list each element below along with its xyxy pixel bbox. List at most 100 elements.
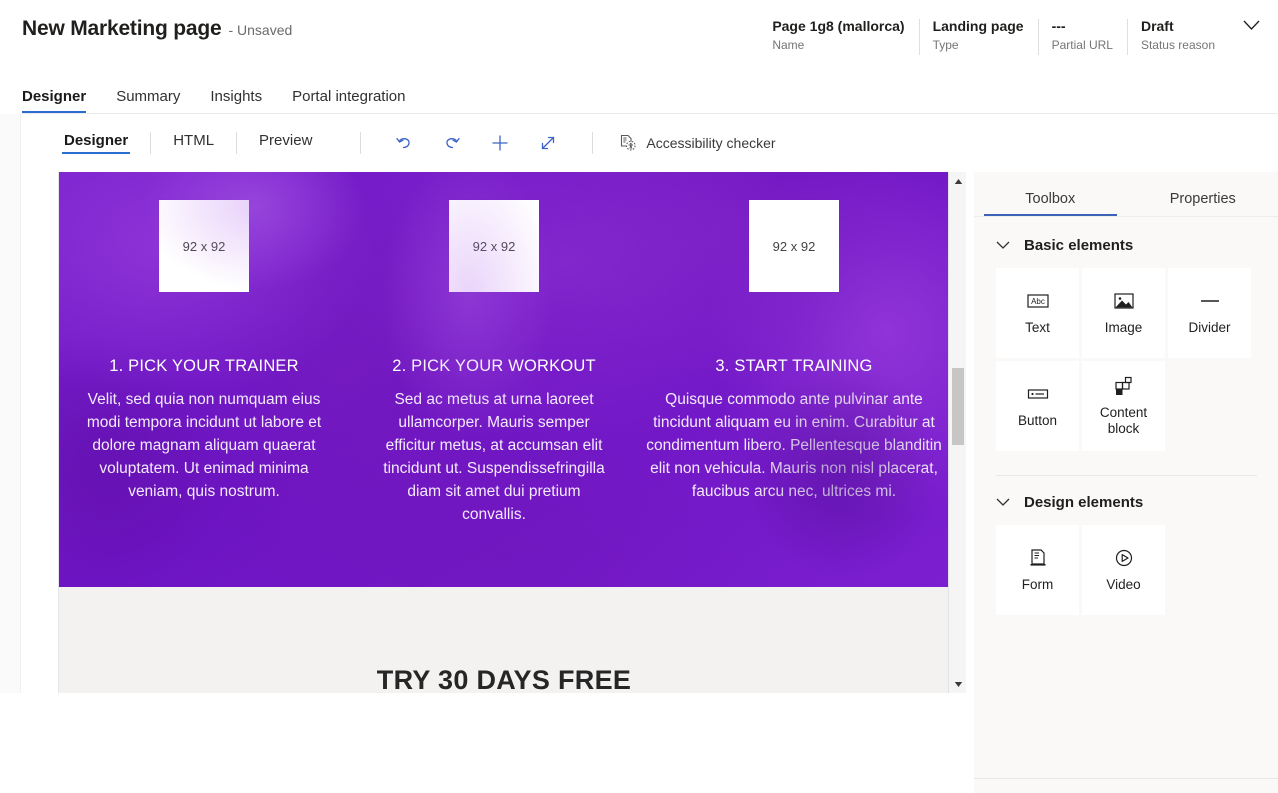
basic-elements-tiles: Abc Text Image Divider [996,268,1257,451]
right-panel: Toolbox Properties Basic elements Abc Te… [974,172,1278,793]
button-icon [1025,383,1051,405]
hero-column-3[interactable]: 92 x 92 3. START TRAINING Quisque commod… [639,172,949,587]
hero-column-1[interactable]: 92 x 92 1. PICK YOUR TRAINER Velit, sed … [59,172,349,587]
canvas-scrollbar-thumb[interactable] [952,368,964,445]
section-basic-elements-title: Basic elements [1024,237,1133,254]
chevron-down-icon [996,241,1010,250]
subtab-designer[interactable]: Designer [64,132,128,154]
page-title: New Marketing page [22,17,221,41]
svg-text:Abc: Abc [1031,297,1045,306]
column-body-text: Sed ac metus at urna laoreet ullamcorper… [372,388,616,526]
image-placeholder[interactable]: 92 x 92 [749,200,839,292]
column-heading: 3. START TRAINING [715,357,872,376]
expand-icon [538,133,558,153]
add-icon [490,133,510,153]
tab-summary[interactable]: Summary [116,88,180,114]
video-icon [1111,547,1137,569]
image-placeholder[interactable]: 92 x 92 [159,200,249,292]
accessibility-checker-label: Accessibility checker [646,135,775,151]
subtab-html[interactable]: HTML [173,132,214,154]
workspace: Designer HTML Preview [21,114,1278,693]
tab-insights[interactable]: Insights [210,88,262,114]
section-design-elements: Design elements Form Video [974,476,1278,615]
toolbox-tile-video-label: Video [1106,577,1140,593]
hero-column-2[interactable]: 92 x 92 2. PICK YOUR WORKOUT Sed ac metu… [349,172,639,587]
form-icon [1025,547,1051,569]
toolbox-tile-content-block-label: Content block [1086,405,1161,437]
chevron-down-icon [1243,20,1260,31]
header-meta-type: Landing page Type [919,18,1038,58]
column-heading: 1. PICK YOUR TRAINER [109,357,299,376]
main-tabs: Designer Summary Insights Portal integra… [0,70,1278,114]
undo-button[interactable] [387,126,421,160]
section-basic-elements-header[interactable]: Basic elements [996,237,1257,254]
image-icon [1111,290,1137,312]
column-heading: 2. PICK YOUR WORKOUT [392,357,596,376]
left-rail [0,114,21,693]
page-save-state: - Unsaved [228,22,292,38]
canvas-scrollbar[interactable] [948,172,966,693]
add-button[interactable] [483,126,517,160]
redo-button[interactable] [435,126,469,160]
header-expand-button[interactable] [1229,18,1266,58]
toolbox-tile-image[interactable]: Image [1082,268,1165,358]
section-basic-elements: Basic elements Abc Text Imag [974,217,1278,476]
subtab-preview[interactable]: Preview [259,132,312,154]
tab-designer[interactable]: Designer [22,88,86,114]
app-header: New Marketing page - Unsaved Page 1g8 (m… [0,0,1278,70]
toolbox-tile-text-label: Text [1025,320,1050,336]
header-meta-partial-url-value: --- [1052,18,1113,35]
tab-portal-integration[interactable]: Portal integration [292,88,405,114]
section-design-elements-header[interactable]: Design elements [996,494,1257,511]
canvas-scroll-area: 92 x 92 1. PICK YOUR TRAINER Velit, sed … [59,172,949,693]
scroll-up-arrow-icon [954,178,963,185]
cta-heading: TRY 30 DAYS FREE [59,665,949,693]
toolbox-tile-video[interactable]: Video [1082,525,1165,615]
header-meta-name-label: Name [772,37,904,53]
cta-section[interactable]: TRY 30 DAYS FREE [59,587,949,693]
header-meta-name-value: Page 1g8 (mallorca) [772,18,904,35]
header-meta-status-reason-label: Status reason [1141,37,1215,53]
hero-section[interactable]: 92 x 92 1. PICK YOUR TRAINER Velit, sed … [59,172,949,587]
scroll-down-button[interactable] [949,675,966,693]
header-meta-partial-url: --- Partial URL [1038,18,1127,58]
column-body-text: Velit, sed quia non numquam eius modi te… [78,388,330,503]
page-title-group: New Marketing page - Unsaved [22,17,292,41]
panel-bottom-divider [974,778,1278,779]
header-meta-name: Page 1g8 (mallorca) Name [758,18,918,58]
divider-icon [1197,290,1223,312]
toolbar-divider-2 [236,132,237,154]
panel-tab-properties[interactable]: Properties [1127,191,1278,216]
header-meta-type-label: Type [933,37,1024,53]
toolbox-tile-button-label: Button [1018,413,1057,429]
header-meta-type-value: Landing page [933,18,1024,35]
header-meta-status-reason-value: Draft [1141,18,1215,35]
toolbox-tile-form[interactable]: Form [996,525,1079,615]
panel-tabs: Toolbox Properties [974,172,1278,217]
header-meta-status-reason: Draft Status reason [1127,18,1229,58]
accessibility-checker-button[interactable]: Accessibility checker [619,134,775,153]
chevron-down-icon [996,498,1010,507]
image-placeholder[interactable]: 92 x 92 [449,200,539,292]
design-canvas[interactable]: 92 x 92 1. PICK YOUR TRAINER Velit, sed … [58,172,966,693]
toolbar-divider-3 [360,132,361,154]
toolbar-divider-1 [150,132,151,154]
toolbox-tile-button[interactable]: Button [996,361,1079,451]
undo-icon [394,133,414,153]
toolbar-divider-4 [592,132,593,154]
header-meta-partial-url-label: Partial URL [1052,37,1113,53]
toolbox-tile-form-label: Form [1022,577,1054,593]
designer-toolbar: Designer HTML Preview [21,114,951,172]
toolbox-tile-divider[interactable]: Divider [1168,268,1251,358]
text-abc-icon: Abc [1025,290,1051,312]
expand-button[interactable] [531,126,565,160]
header-meta-group: Page 1g8 (mallorca) Name Landing page Ty… [758,18,1266,58]
panel-tab-toolbox[interactable]: Toolbox [974,191,1127,216]
accessibility-checker-icon [619,134,637,153]
hero-columns: 92 x 92 1. PICK YOUR TRAINER Velit, sed … [59,172,949,587]
scroll-up-button[interactable] [949,172,966,190]
toolbox-tile-content-block[interactable]: Content block [1082,361,1165,451]
toolbox-tile-text[interactable]: Abc Text [996,268,1079,358]
content-block-icon [1111,375,1137,397]
column-body-text: Quisque commodo ante pulvinar ante tinci… [639,388,949,503]
